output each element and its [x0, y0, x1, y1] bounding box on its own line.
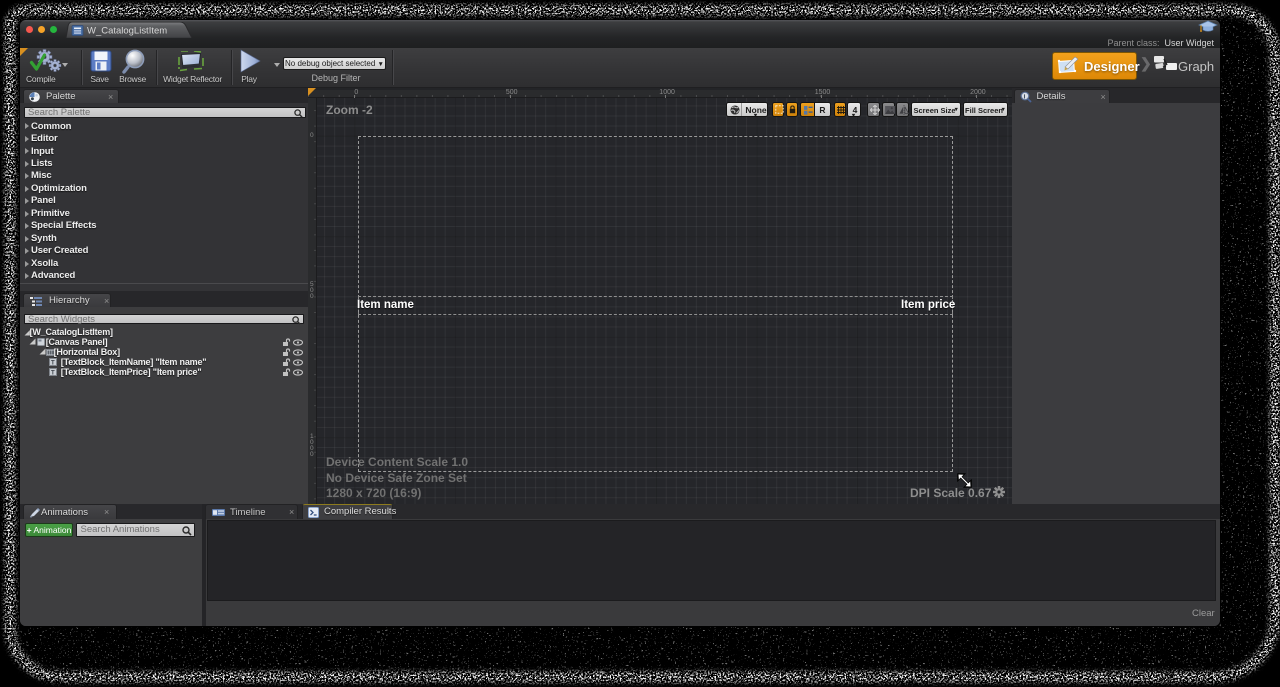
svg-text:W_CatalogListItem: W_CatalogListItem — [87, 25, 167, 36]
svg-text:T: T — [51, 371, 55, 377]
svg-text:i: i — [1023, 93, 1025, 100]
svg-text:T: T — [51, 361, 55, 367]
